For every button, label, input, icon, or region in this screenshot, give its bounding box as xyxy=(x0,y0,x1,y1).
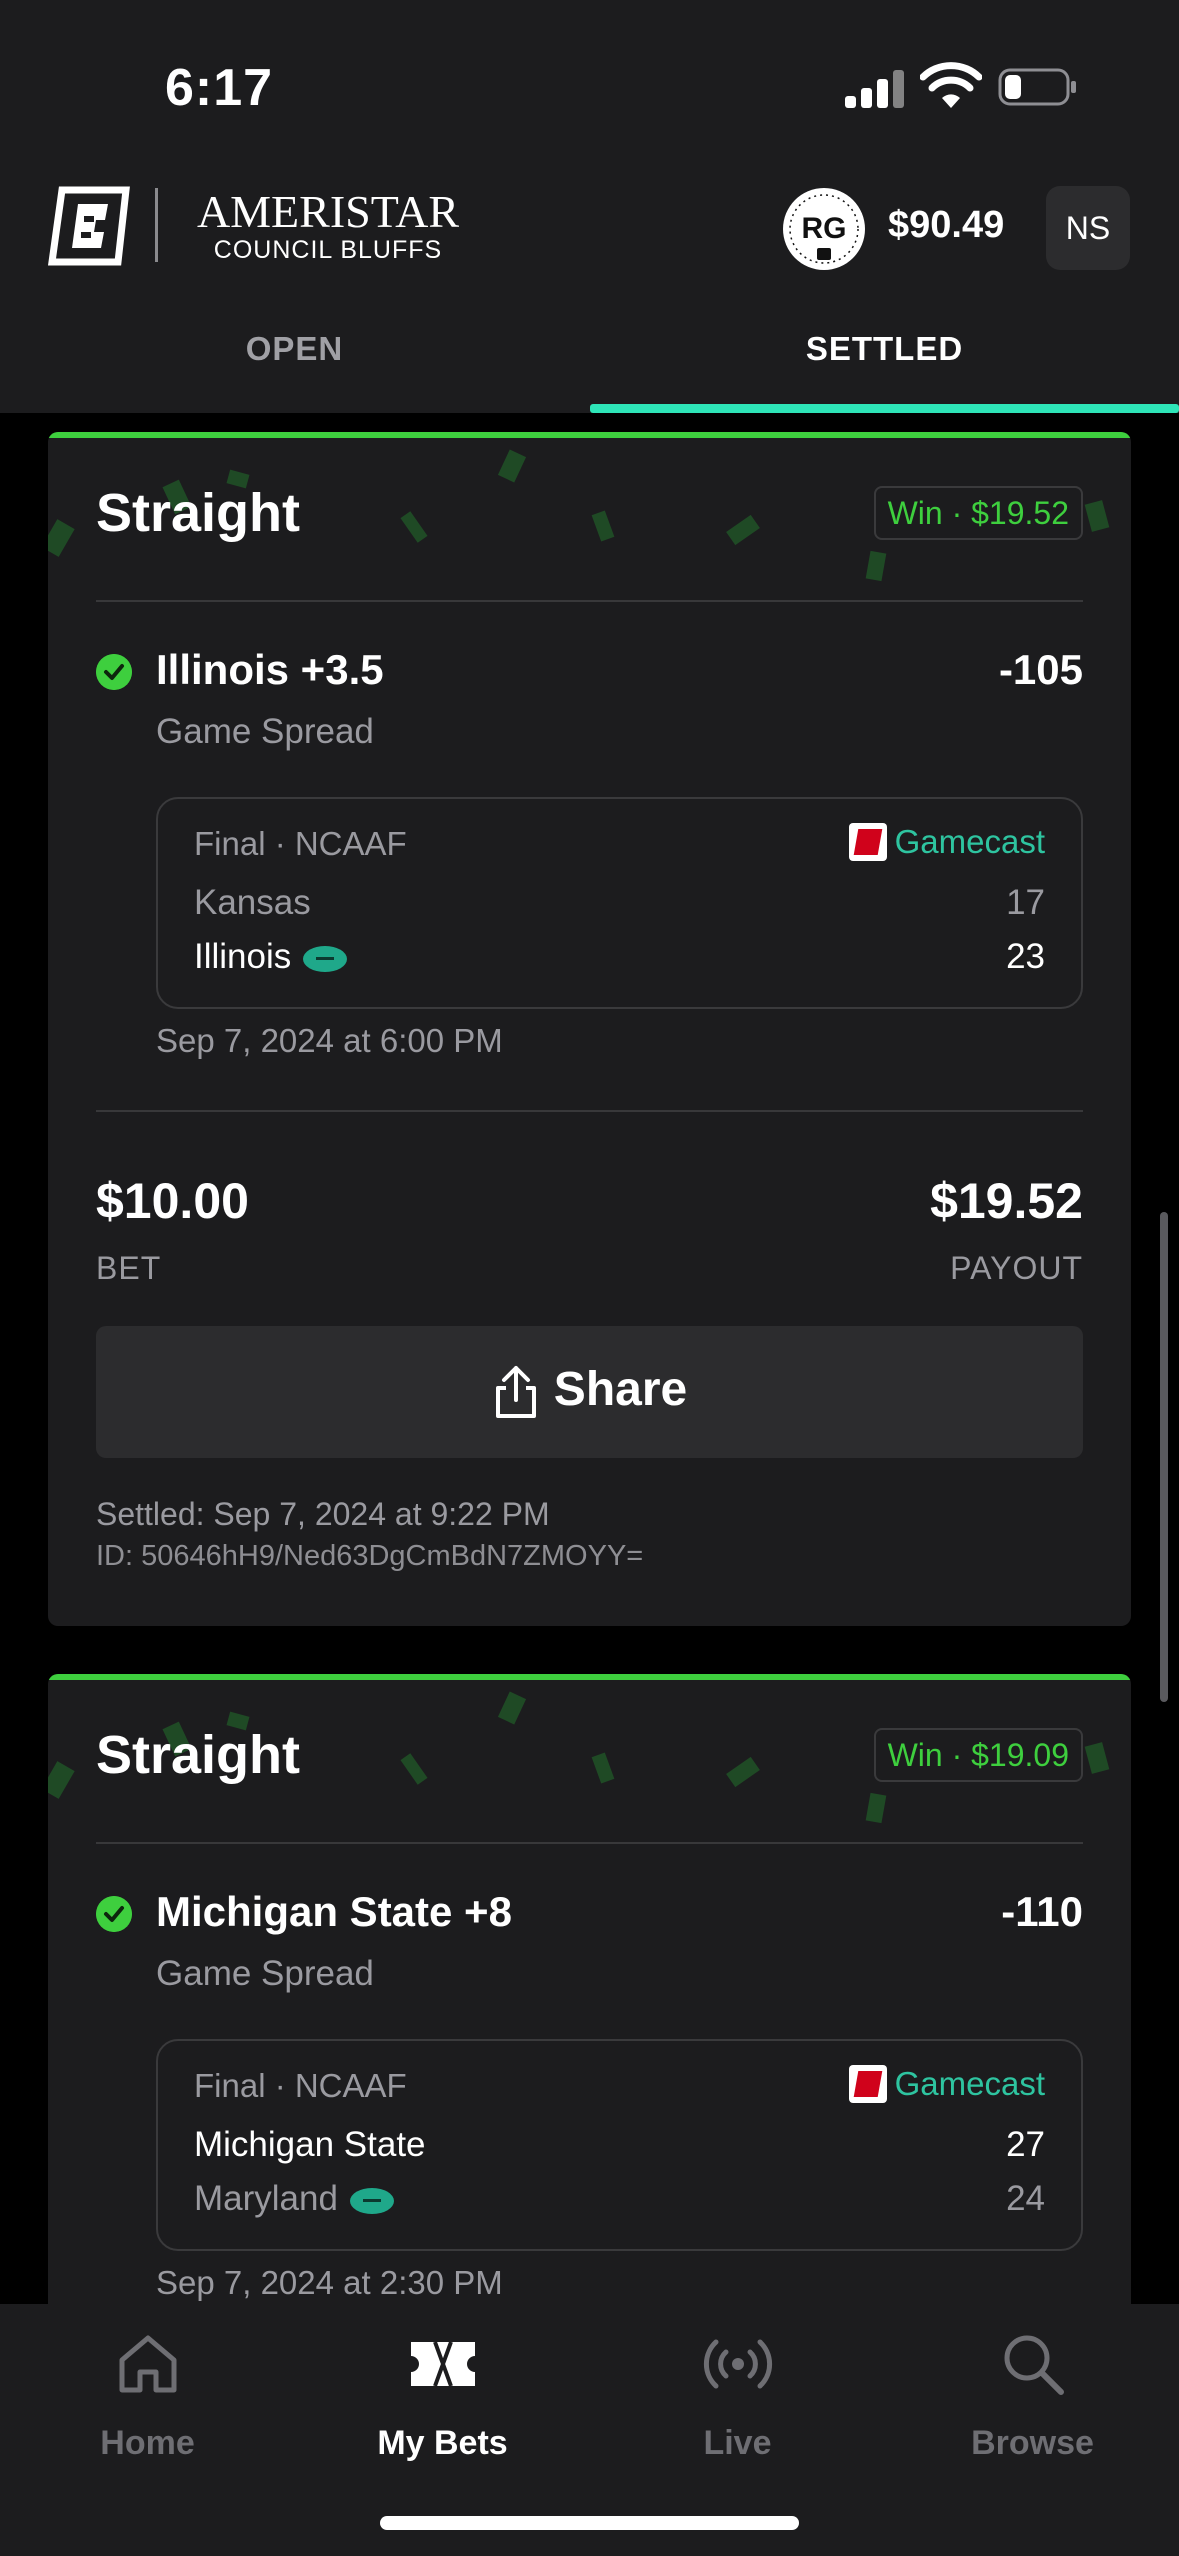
scrollbar[interactable] xyxy=(1160,1212,1168,1702)
brand-name: AMERISTAR xyxy=(196,186,460,237)
battery-icon xyxy=(998,68,1076,106)
espn-icon xyxy=(848,2065,887,2103)
team-score: 17 xyxy=(1006,883,1045,922)
card-divider xyxy=(96,1842,1083,1844)
gamecast-label: Gamecast xyxy=(894,2065,1045,2102)
team-name: Michigan State xyxy=(194,2125,426,2164)
cellular-signal-icon xyxy=(845,70,905,108)
bet-card: Straight Win · $19.09 Michigan State +8 … xyxy=(48,1674,1131,2374)
football-possession-icon xyxy=(349,2187,394,2214)
bet-market: Game Spread xyxy=(156,1954,374,1993)
team-score: 27 xyxy=(1006,2125,1045,2164)
espn-icon xyxy=(848,823,887,861)
bet-market: Game Spread xyxy=(156,712,374,751)
gamecast-link[interactable]: Gamecast xyxy=(848,2065,1045,2105)
win-badge: Win · $19.09 xyxy=(873,1728,1083,1782)
game-status: Final · NCAAF xyxy=(194,2067,407,2104)
team-name: Maryland xyxy=(194,2179,338,2218)
wifi-icon xyxy=(920,62,982,108)
card-divider xyxy=(96,1110,1083,1112)
nav-home-label: Home xyxy=(100,2424,195,2462)
bet-selection: Michigan State +8 xyxy=(156,1888,512,1935)
team-row: Illinois xyxy=(194,937,348,977)
active-tab-indicator xyxy=(590,404,1179,413)
team-score: 24 xyxy=(1006,2179,1045,2218)
home-icon xyxy=(119,2335,177,2393)
account-balance[interactable]: $90.49 xyxy=(888,204,1004,247)
bet-amount: $10.00 xyxy=(96,1173,249,1229)
bet-type-title: Straight xyxy=(96,1725,301,1785)
sportsbook-logo-icon xyxy=(48,186,130,266)
live-broadcast-icon xyxy=(703,2339,773,2389)
game-score-box: Final · NCAAF Gamecast Kansas 17 Illinoi… xyxy=(156,797,1083,1009)
logo-divider xyxy=(155,188,158,262)
game-status: Final · NCAAF xyxy=(194,825,407,862)
share-button[interactable]: Share xyxy=(96,1326,1083,1458)
game-date: Sep 7, 2024 at 2:30 PM xyxy=(156,2264,503,2301)
home-indicator[interactable] xyxy=(380,2516,799,2530)
payout-label: PAYOUT xyxy=(950,1250,1083,1286)
win-badge: Win · $19.52 xyxy=(873,486,1083,540)
bet-odds: -105 xyxy=(998,646,1083,693)
bet-id: ID: 50646hH9/Ned63DgCmBdN7ZMOYY= xyxy=(96,1540,644,1572)
gamecast-label: Gamecast xyxy=(894,823,1045,860)
app-header: 6:17 AMERISTAR COUNCIL BLUFFS RG $90.49 … xyxy=(0,0,1179,413)
gamecast-link[interactable]: Gamecast xyxy=(848,823,1045,863)
football-possession-icon xyxy=(303,945,348,972)
check-circle-icon xyxy=(96,654,132,690)
team-row: Maryland xyxy=(194,2179,394,2219)
share-icon xyxy=(495,1366,536,1419)
account-avatar-button[interactable]: NS xyxy=(1046,186,1130,270)
share-label: Share xyxy=(553,1363,688,1416)
tab-settled[interactable]: SETTLED xyxy=(590,330,1179,368)
brand-location: COUNCIL BLUFFS xyxy=(213,236,443,264)
search-icon xyxy=(1004,2335,1064,2395)
nav-my-bets-label: My Bets xyxy=(377,2424,508,2462)
team-name: Kansas xyxy=(194,883,311,922)
bet-odds: -110 xyxy=(1001,1888,1083,1935)
responsible-gaming-button[interactable]: RG xyxy=(783,188,865,270)
nav-live-label: Live xyxy=(703,2424,772,2462)
responsible-gaming-ring-icon xyxy=(789,194,859,264)
ticket-icon xyxy=(411,2341,475,2387)
check-circle-icon xyxy=(96,1896,132,1932)
bet-selection: Illinois +3.5 xyxy=(156,646,384,693)
payout-amount: $19.52 xyxy=(930,1173,1083,1229)
card-divider xyxy=(96,600,1083,602)
team-name: Illinois xyxy=(194,937,292,976)
status-time: 6:17 xyxy=(165,59,274,117)
casino-brand: AMERISTAR COUNCIL BLUFFS xyxy=(183,186,473,265)
team-score: 23 xyxy=(1006,937,1045,976)
game-score-box: Final · NCAAF Gamecast Michigan State 27… xyxy=(156,2039,1083,2251)
nav-browse-label: Browse xyxy=(971,2424,1094,2462)
bet-amount-label: BET xyxy=(96,1250,162,1286)
bet-type-title: Straight xyxy=(96,483,301,543)
tab-open[interactable]: OPEN xyxy=(0,330,589,368)
bet-card: Straight Win · $19.52 Illinois +3.5 -105… xyxy=(48,432,1131,1626)
game-date: Sep 7, 2024 at 6:00 PM xyxy=(156,1022,503,1059)
settled-time: Settled: Sep 7, 2024 at 9:22 PM xyxy=(96,1496,550,1532)
